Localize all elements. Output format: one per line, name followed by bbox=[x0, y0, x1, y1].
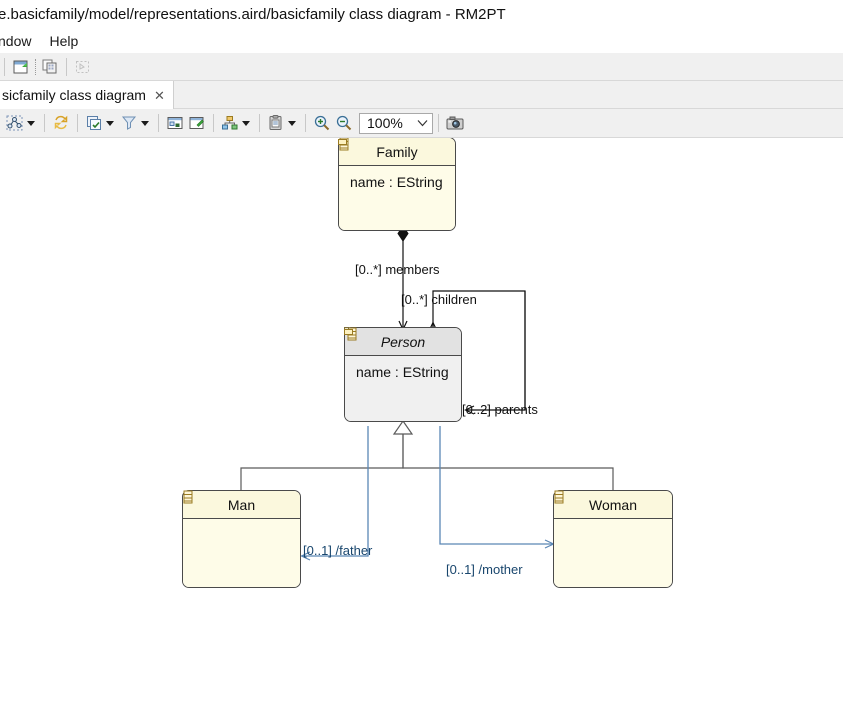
copy-icon bbox=[42, 59, 57, 73]
diagram-separator-2 bbox=[77, 114, 78, 132]
clipboard-format-icon bbox=[269, 115, 282, 130]
select-all-button bbox=[72, 56, 94, 78]
class-name-man: Man bbox=[227, 496, 256, 513]
diagram-separator-1 bbox=[44, 114, 45, 132]
attribute-row[interactable]: name : EString bbox=[338, 139, 455, 193]
pin-elements-button[interactable] bbox=[186, 112, 208, 134]
layers-dropdown-caret[interactable] bbox=[106, 120, 114, 126]
class-node-woman[interactable]: Woman bbox=[553, 490, 673, 588]
attribute-row[interactable]: name : EString bbox=[344, 329, 461, 383]
funnel-filter-icon bbox=[121, 116, 137, 130]
new-wizard-button[interactable] bbox=[10, 56, 32, 78]
select-layers-button[interactable] bbox=[83, 112, 105, 134]
diagram-canvas[interactable]: [0..*] members [0..*] children [0..2] pa… bbox=[0, 138, 843, 703]
inheritance-triangle-icon bbox=[392, 419, 414, 435]
edge-label-members[interactable]: [0..*] members bbox=[355, 262, 440, 277]
layout-dropdown-caret[interactable] bbox=[27, 120, 35, 126]
edge-label-mother[interactable]: [0..1] /mother bbox=[446, 562, 523, 577]
attribute-icon bbox=[344, 329, 353, 335]
refresh-arrows-icon bbox=[54, 115, 68, 130]
zoom-in-button[interactable] bbox=[311, 112, 333, 134]
refresh-button[interactable] bbox=[50, 112, 72, 134]
class-attributes-man bbox=[183, 519, 300, 587]
paste-format-button[interactable] bbox=[265, 112, 287, 134]
attribute-label: name : EString bbox=[350, 174, 443, 190]
hierarchy-icon bbox=[222, 116, 238, 130]
toolbar-separator-2 bbox=[66, 57, 67, 76]
class-attributes-person: name : EString bbox=[344, 329, 461, 421]
class-name-woman: Woman bbox=[589, 496, 637, 513]
menu-bar: ndow Help bbox=[0, 28, 843, 53]
chevron-down-icon[interactable] bbox=[412, 114, 432, 133]
diagram-separator-4 bbox=[213, 114, 214, 132]
class-node-family[interactable]: Family name : EString bbox=[338, 138, 456, 231]
diagram-window-icon bbox=[167, 117, 183, 129]
tab-basicfamily-class-diagram[interactable]: sicfamily class diagram ✕ bbox=[0, 81, 174, 109]
zoom-out-button[interactable] bbox=[333, 112, 355, 134]
editor-tab-strip: sicfamily class diagram ✕ bbox=[0, 81, 843, 109]
toolbar-separator bbox=[4, 57, 5, 76]
arrange-button[interactable] bbox=[219, 112, 241, 134]
diagram-separator-7 bbox=[438, 114, 439, 132]
edge-generalization-woman[interactable] bbox=[402, 430, 614, 490]
paste-format-dropdown-caret[interactable] bbox=[288, 120, 296, 126]
attribute-icon bbox=[338, 139, 347, 145]
class-node-man[interactable]: Man bbox=[182, 490, 301, 588]
layout-button[interactable] bbox=[4, 112, 26, 134]
marquee-select-icon bbox=[76, 60, 89, 73]
edge-generalization-man[interactable] bbox=[240, 430, 404, 490]
show-hide-button[interactable] bbox=[164, 112, 186, 134]
edge-mother[interactable] bbox=[439, 426, 555, 549]
uml-class-icon bbox=[183, 490, 193, 504]
camera-icon bbox=[446, 116, 464, 130]
class-attributes-woman bbox=[554, 519, 672, 587]
edge-label-father[interactable]: [0..1] /father bbox=[303, 543, 372, 558]
main-toolbar bbox=[0, 53, 843, 81]
class-header-woman: Woman bbox=[554, 490, 672, 519]
class-header-person: Person bbox=[344, 327, 461, 356]
window-title: e.basicfamily/model/representations.aird… bbox=[0, 5, 506, 23]
copy-button[interactable] bbox=[39, 56, 61, 78]
diagram-separator-3 bbox=[158, 114, 159, 132]
filter-dropdown-caret[interactable] bbox=[141, 120, 149, 126]
zoom-level-combobox[interactable]: 100% bbox=[359, 112, 433, 134]
application-window: e.basicfamily/model/representations.aird… bbox=[0, 0, 843, 703]
diagram-separator-6 bbox=[305, 114, 306, 132]
edge-father[interactable] bbox=[300, 426, 369, 561]
edge-label-parents[interactable]: [0..2] parents bbox=[462, 402, 538, 417]
class-name-person: Person bbox=[380, 333, 426, 350]
menu-window[interactable]: ndow bbox=[0, 31, 33, 51]
arrange-dropdown-caret[interactable] bbox=[242, 120, 250, 126]
edge-parents[interactable] bbox=[464, 291, 526, 415]
title-bar: e.basicfamily/model/representations.aird… bbox=[0, 0, 843, 28]
zoom-out-icon bbox=[336, 115, 352, 131]
diagram-toolbar: 100% bbox=[0, 109, 843, 138]
diagram-separator-5 bbox=[259, 114, 260, 132]
zoom-in-icon bbox=[314, 115, 330, 131]
tab-label: sicfamily class diagram bbox=[2, 87, 146, 103]
new-document-icon bbox=[13, 60, 28, 73]
pin-diagram-icon bbox=[189, 117, 204, 129]
close-icon[interactable]: ✕ bbox=[154, 89, 165, 102]
edge-members[interactable] bbox=[397, 225, 409, 331]
zoom-level-value: 100% bbox=[367, 115, 403, 131]
attribute-label: name : EString bbox=[356, 364, 449, 380]
class-name-family: Family bbox=[376, 143, 418, 160]
uml-class-icon bbox=[554, 490, 564, 504]
class-node-person[interactable]: Person name : EString bbox=[344, 327, 462, 422]
class-header-family: Family bbox=[339, 138, 455, 166]
filter-button[interactable] bbox=[118, 112, 140, 134]
class-header-man: Man bbox=[183, 490, 300, 519]
class-attributes-family: name : EString bbox=[338, 139, 455, 230]
capture-image-button[interactable] bbox=[444, 112, 466, 134]
layers-icon bbox=[87, 116, 101, 130]
edge-label-children[interactable]: [0..*] children bbox=[401, 292, 477, 307]
toolbar-dot-separator bbox=[35, 58, 36, 75]
layout-nodes-icon bbox=[6, 115, 23, 131]
menu-help[interactable]: Help bbox=[47, 31, 80, 51]
